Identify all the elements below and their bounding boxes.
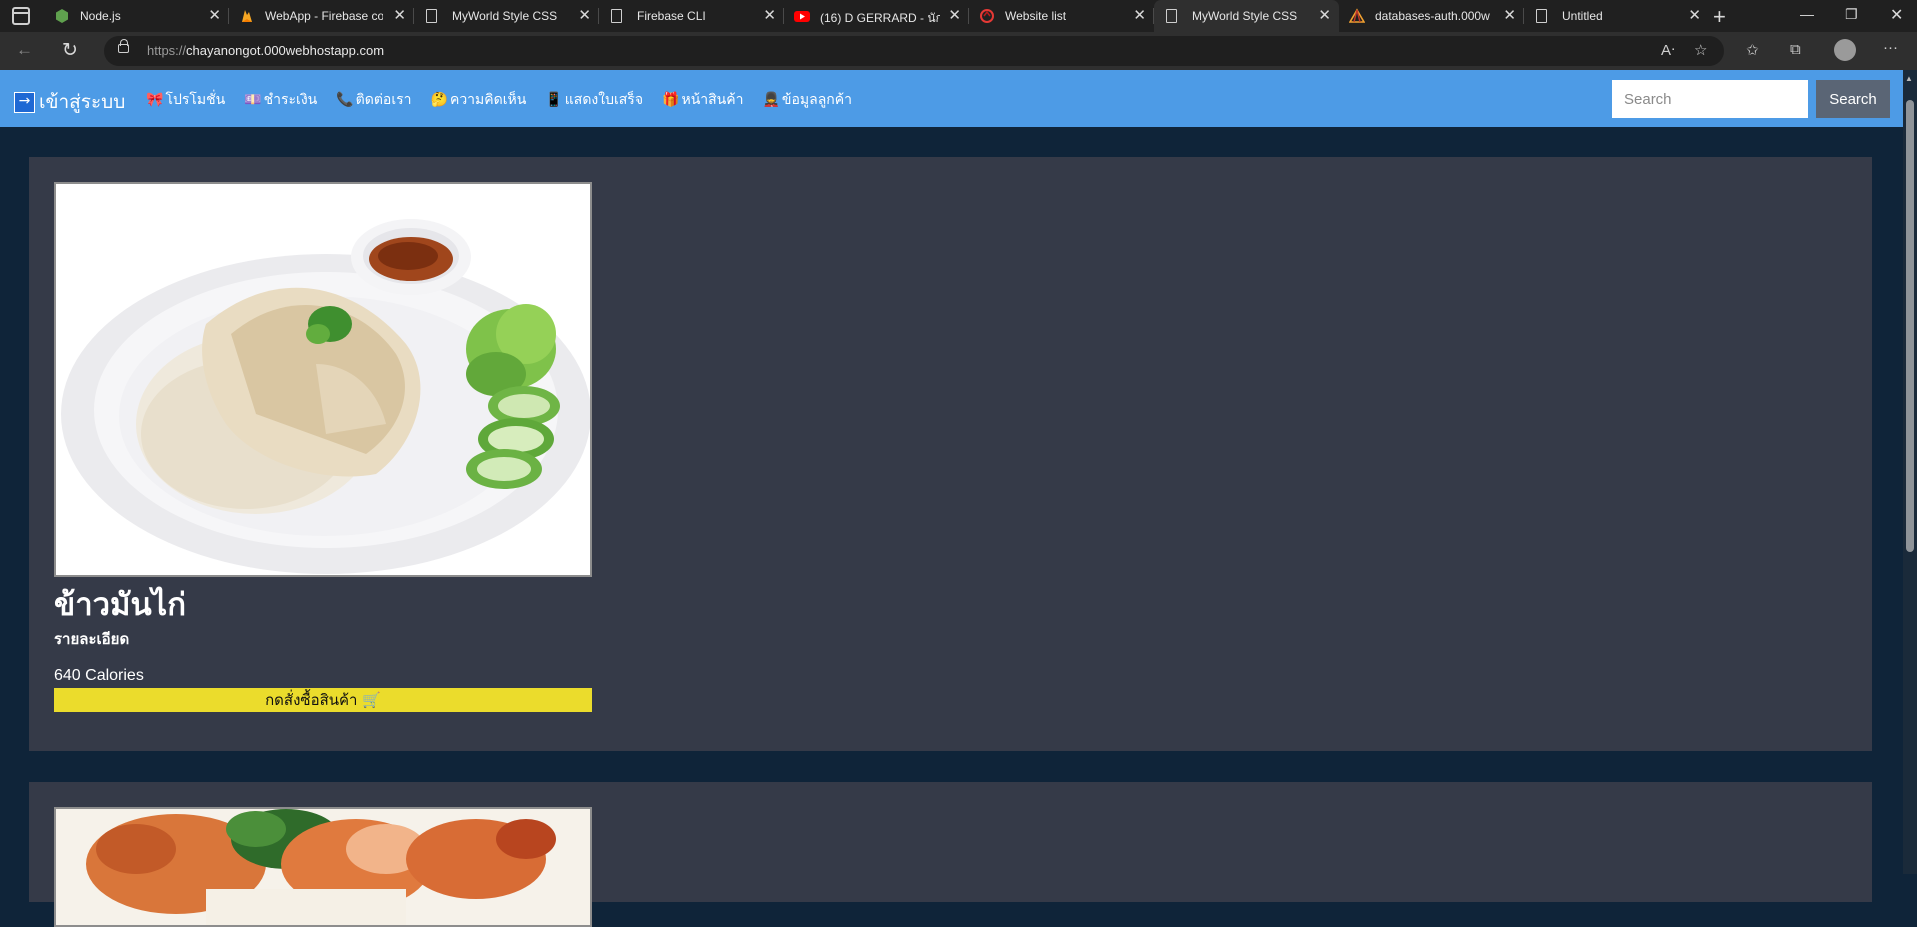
phone-device-icon: 📱 <box>545 92 563 108</box>
phone-icon: 📞 <box>336 92 354 108</box>
search-input[interactable] <box>1612 80 1808 118</box>
brand-label: เข้าสู่ระบบ <box>39 91 126 113</box>
firebase-icon <box>242 10 252 22</box>
tab-title: MyWorld Style CSS <box>452 9 558 23</box>
restore-icon[interactable]: ❐ <box>1845 6 1858 23</box>
tab-title: Website list <box>1005 9 1067 23</box>
read-aloud-icon[interactable]: Aᐧ <box>1661 41 1675 59</box>
browser-tab[interactable]: Node.js ✕ <box>44 0 229 32</box>
close-tab-icon[interactable]: ✕ <box>1318 6 1331 24</box>
close-window-icon[interactable]: ✕ <box>1890 5 1903 25</box>
nav-link-payment[interactable]: 💷 ชำระเงิน <box>244 89 317 111</box>
chicken-rice-image <box>56 184 590 575</box>
tab-title: MyWorld Style CSS <box>1192 9 1298 23</box>
webhost-icon <box>980 9 994 23</box>
close-tab-icon[interactable]: ✕ <box>1133 6 1146 24</box>
nav-link-customer[interactable]: 💂 ข้อมูลลูกค้า <box>762 89 852 111</box>
arrow-right-icon: → <box>14 91 35 113</box>
tab-title: Firebase CLI <box>637 9 706 23</box>
more-menu-icon[interactable]: ··· <box>1883 39 1898 56</box>
nav-links: 🎀 โปรโมชั่น 💷 ชำระเงิน 📞 ติดต่อเรา 🤔 ความคิด… <box>146 89 871 111</box>
close-tab-icon[interactable]: ✕ <box>1503 6 1516 24</box>
product-detail: รายละเอียด <box>54 630 130 648</box>
back-icon[interactable]: ← <box>16 40 33 60</box>
page-icon <box>611 9 622 23</box>
refresh-icon[interactable]: ↻ <box>62 39 78 62</box>
product-card <box>29 782 1872 927</box>
nav-link-feedback[interactable]: 🤔 ความคิดเห็น <box>431 89 527 111</box>
browser-tab[interactable]: Untitled ✕ <box>1524 0 1709 32</box>
webhost-icon <box>1349 8 1365 23</box>
minimize-icon[interactable]: — <box>1800 6 1814 22</box>
new-tab-icon[interactable]: + <box>1713 4 1726 30</box>
url-text[interactable]: https://chayanongot.000webhostapp.com <box>147 43 384 58</box>
nav-link-receipt[interactable]: 📱 แสดงใบเสร็จ <box>545 89 643 111</box>
banknote-icon: 💷 <box>244 92 262 108</box>
tab-title: Untitled <box>1562 9 1603 23</box>
browser-tab-active[interactable]: MyWorld Style CSS ✕ <box>1154 0 1339 32</box>
close-tab-icon[interactable]: ✕ <box>1688 6 1701 24</box>
profile-avatar[interactable] <box>1834 39 1856 61</box>
nodejs-icon <box>56 9 68 23</box>
tab-title: databases-auth.000w <box>1375 9 1490 23</box>
nav-link-contact[interactable]: 📞 ติดต่อเรา <box>336 89 411 111</box>
tab-title: Node.js <box>80 9 121 23</box>
favorites-icon[interactable]: ✩ <box>1746 41 1759 59</box>
browser-tab[interactable]: databases-auth.000w ✕ <box>1339 0 1524 32</box>
guard-icon: 💂 <box>762 92 780 108</box>
add-favorite-icon[interactable]: ☆ <box>1694 41 1707 59</box>
lock-icon[interactable] <box>118 39 129 53</box>
search-button[interactable]: Search <box>1816 80 1890 118</box>
scroll-up-icon[interactable]: ▲ <box>1905 74 1913 83</box>
scrollbar-thumb[interactable] <box>1906 100 1914 552</box>
nav-link-promotion[interactable]: 🎀 โปรโมชั่น <box>146 89 225 111</box>
close-tab-icon[interactable]: ✕ <box>763 6 776 24</box>
basil-pork-image <box>56 809 590 925</box>
tab-title: (16) D GERRARD - นัก <box>820 11 940 25</box>
gift-icon: 🎁 <box>662 92 680 108</box>
close-tab-icon[interactable]: ✕ <box>948 6 961 24</box>
collections-icon[interactable]: ⧉ <box>1790 41 1801 58</box>
order-button[interactable]: กดสั่งซื้อสินค้า 🛒 <box>54 688 592 712</box>
tab-actions-icon[interactable] <box>12 7 30 25</box>
close-tab-icon[interactable]: ✕ <box>208 6 221 24</box>
browser-tab[interactable]: WebApp - Firebase co ✕ <box>229 0 414 32</box>
browser-tab[interactable]: Firebase CLI ✕ <box>599 0 784 32</box>
product-calories: 640 Calories <box>54 667 144 684</box>
browser-tab[interactable]: Website list ✕ <box>969 0 1154 32</box>
nav-link-products[interactable]: 🎁 หน้าสินค้า <box>662 89 743 111</box>
close-tab-icon[interactable]: ✕ <box>578 6 591 24</box>
product-image <box>54 182 592 577</box>
page-icon <box>1536 9 1547 23</box>
browser-tab[interactable]: (16) D GERRARD - นัก ✕ <box>784 0 969 32</box>
product-card: ข้าวมันไก่ รายละเอียด 640 Calories กดสั่… <box>29 157 1872 751</box>
product-name: ข้าวมันไก่ <box>54 587 186 623</box>
browser-tab[interactable]: MyWorld Style CSS ✕ <box>414 0 599 32</box>
thinking-face-icon: 🤔 <box>430 92 448 108</box>
youtube-icon <box>794 11 810 22</box>
login-brand-link[interactable]: → เข้าสู่ระบบ <box>14 87 125 117</box>
product-image <box>54 807 592 927</box>
close-tab-icon[interactable]: ✕ <box>393 6 406 24</box>
page-icon <box>1166 9 1177 23</box>
ribbon-icon: 🎀 <box>146 92 164 108</box>
page-icon <box>426 9 437 23</box>
tab-title: WebApp - Firebase co <box>265 9 383 23</box>
